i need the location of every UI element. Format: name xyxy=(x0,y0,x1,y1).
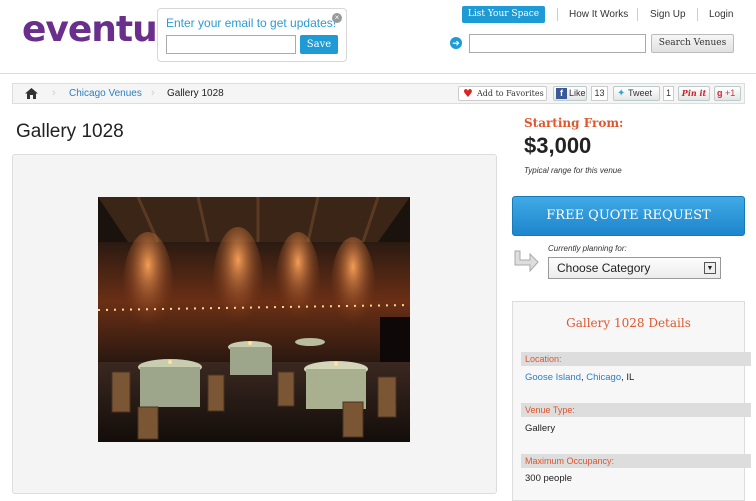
curved-arrow-icon xyxy=(514,250,539,273)
twitter-icon: ✦ xyxy=(617,88,626,99)
home-icon[interactable] xyxy=(25,88,38,99)
location-state: , IL xyxy=(621,372,635,383)
email-signup-box: Enter your email to get updates! × Save xyxy=(157,8,347,62)
google-plus-button[interactable]: g +1 xyxy=(714,86,741,101)
pin-it-button[interactable]: Pin it xyxy=(678,86,710,101)
starting-from-label: Starting From: xyxy=(524,116,624,130)
details-title: Gallery 1028 Details xyxy=(566,316,691,330)
planning-label: Currently planning for: xyxy=(548,244,627,253)
like-label: Like xyxy=(569,88,586,98)
venue-photo-image xyxy=(98,197,410,442)
like-count: 13 xyxy=(591,86,608,101)
heart-icon: ♥ xyxy=(463,87,473,100)
site-header: eventup Enter your email to get updates!… xyxy=(0,0,756,74)
nav-divider xyxy=(557,8,558,21)
nav-how-it-works[interactable]: How It Works xyxy=(569,9,628,20)
tweet-count: 1 xyxy=(663,86,674,101)
nav-sign-up[interactable]: Sign Up xyxy=(650,9,686,20)
chevron-right-icon: › xyxy=(151,87,155,99)
location-label: Location: xyxy=(521,352,751,366)
page-title: Gallery 1028 xyxy=(16,121,124,142)
venue-type-label: Venue Type: xyxy=(521,403,751,417)
photo-gallery xyxy=(12,154,497,494)
nav-divider xyxy=(697,8,698,21)
location-value: Goose Island, Chicago, IL xyxy=(525,372,635,383)
nav-divider xyxy=(637,8,638,21)
search-input[interactable] xyxy=(469,34,646,53)
list-your-space-button[interactable]: List Your Space xyxy=(462,6,545,23)
nav-login[interactable]: Login xyxy=(709,9,733,20)
breadcrumb: › Chicago Venues › Gallery 1028 ♥ Add to… xyxy=(12,83,745,104)
close-icon[interactable]: × xyxy=(332,13,342,23)
max-occupancy-label: Maximum Occupancy: xyxy=(521,454,751,468)
venue-type-value: Gallery xyxy=(525,423,556,434)
venue-photo[interactable] xyxy=(98,197,410,442)
email-signup-title: Enter your email to get updates! xyxy=(166,16,337,30)
location-city-link[interactable]: Chicago xyxy=(586,372,621,383)
breadcrumb-chicago-venues[interactable]: Chicago Venues xyxy=(69,88,142,99)
chevron-down-icon: ▼ xyxy=(704,262,716,274)
save-button[interactable]: Save xyxy=(300,35,338,54)
gplus-label: +1 xyxy=(725,88,736,98)
location-area-link[interactable]: Goose Island xyxy=(525,372,581,383)
chevron-right-icon: › xyxy=(52,87,56,99)
breadcrumb-current: Gallery 1028 xyxy=(167,88,224,99)
facebook-icon: f xyxy=(556,88,567,99)
price-value: $3,000 xyxy=(524,133,592,158)
search-venues-button[interactable]: Search Venues xyxy=(651,34,734,53)
price-note: Typical range for this venue xyxy=(524,166,622,175)
google-plus-icon: g xyxy=(717,88,723,98)
add-to-favorites-button[interactable]: ♥ Add to Favorites xyxy=(458,86,547,101)
favorites-label: Add to Favorites xyxy=(477,89,544,98)
category-select[interactable]: Choose Category ▼ xyxy=(548,257,721,279)
free-quote-request-button[interactable]: FREE QUOTE REQUEST xyxy=(512,196,745,236)
max-occupancy-value: 300 people xyxy=(525,473,573,484)
tweet-button[interactable]: ✦ Tweet xyxy=(613,86,660,101)
venue-details-panel: Gallery 1028 Details Location: Goose Isl… xyxy=(512,301,751,501)
email-field[interactable] xyxy=(166,35,296,54)
arrow-right-icon: ➔ xyxy=(450,37,462,49)
facebook-like-button[interactable]: f Like xyxy=(553,86,587,101)
tweet-label: Tweet xyxy=(628,88,653,98)
category-select-value: Choose Category xyxy=(557,261,651,275)
